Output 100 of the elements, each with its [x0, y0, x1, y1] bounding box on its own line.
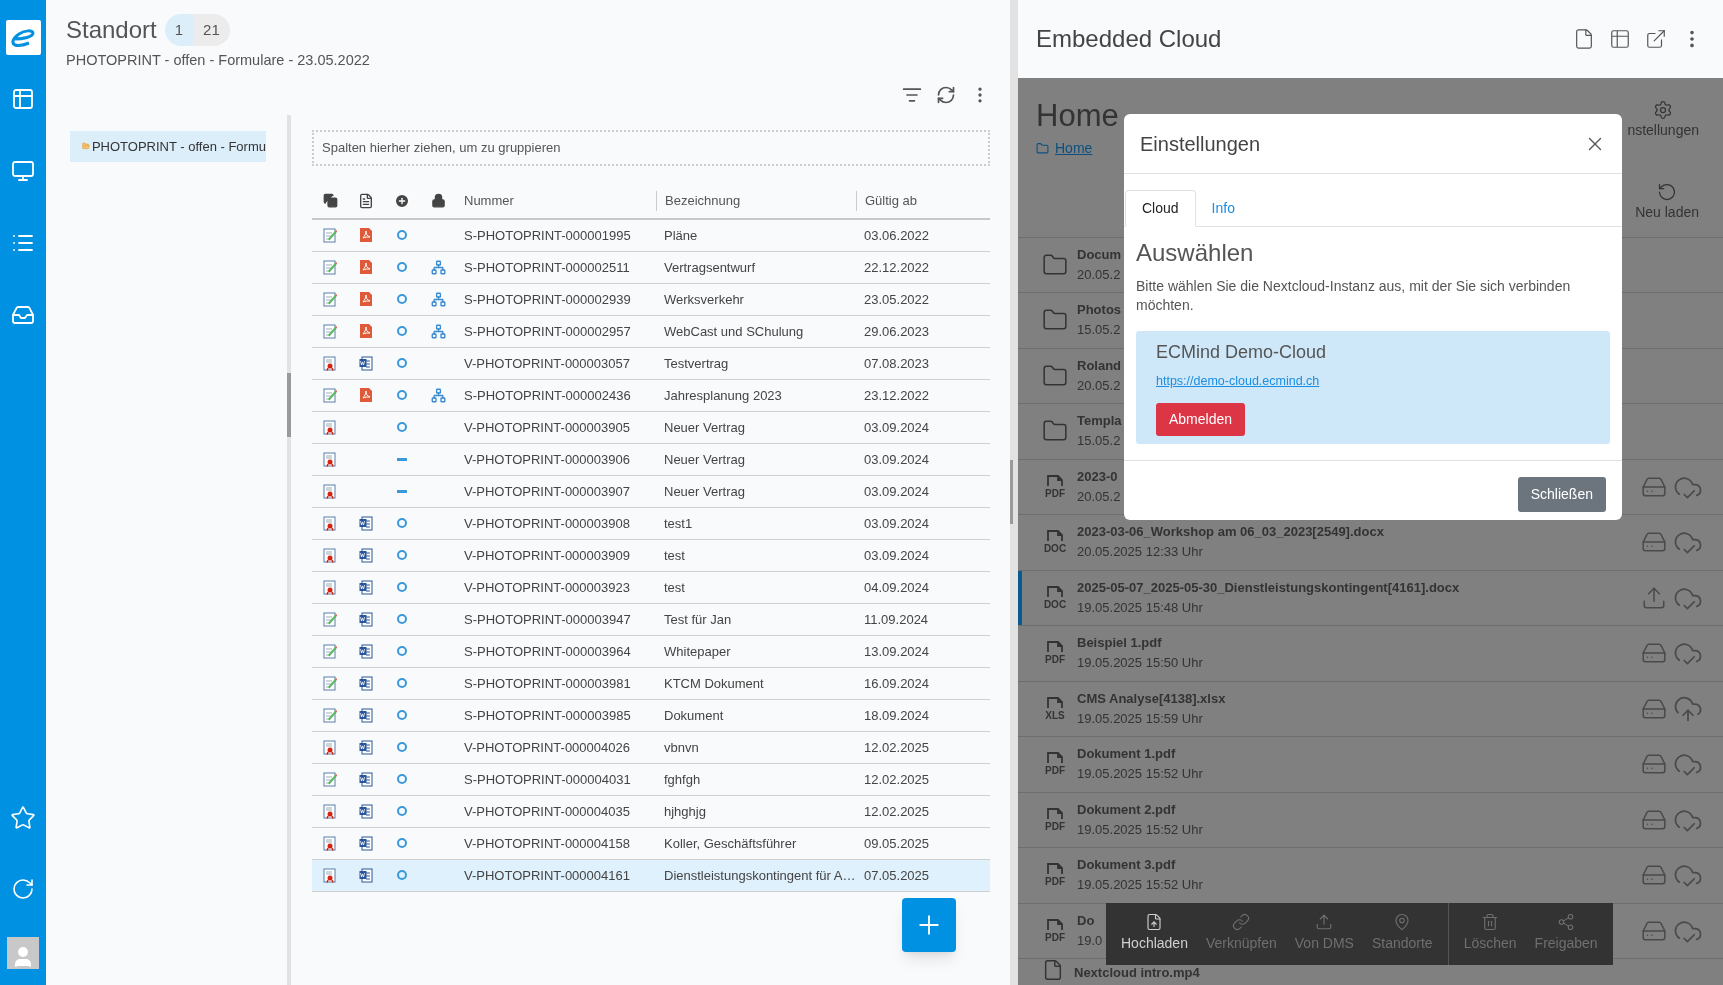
inbox-icon[interactable] [11, 303, 35, 327]
pdf-icon [360, 228, 372, 243]
document-icon[interactable] [1573, 27, 1595, 50]
file-icon [1045, 585, 1065, 598]
word-icon [359, 579, 373, 595]
file-type-label: PDF [1045, 487, 1065, 499]
table-row[interactable]: V-PHOTOPRINT-000003906 Neuer Vertrag 03.09.2024 [312, 443, 990, 476]
column-header[interactable]: Nummer [456, 191, 656, 211]
trash-icon [1481, 913, 1500, 931]
contract-icon [323, 739, 337, 755]
table-row[interactable]: S-PHOTOPRINT-000003947 Test für Jan 11.09.2024 [312, 603, 990, 636]
table-row[interactable]: S-PHOTOPRINT-000002436 Jahresplanung 2023 23.12.2022 [312, 379, 990, 412]
table-cell-text: Testvertrag [663, 354, 730, 373]
table-row[interactable]: V-PHOTOPRINT-000003908 test1 03.09.2024 [312, 507, 990, 540]
table-cell-text: V-PHOTOPRINT-000003907 [463, 482, 631, 501]
table-row[interactable]: V-PHOTOPRINT-000003909 test 03.09.2024 [312, 539, 990, 572]
file-date: 15.05.2 [1077, 432, 1121, 451]
file-date: 19.05.2025 15:50 Uhr [1077, 654, 1203, 673]
table-row[interactable]: S-PHOTOPRINT-000003981 KTCM Dokument 16.09.2024 [312, 667, 990, 700]
logo-icon[interactable] [5, 20, 41, 55]
form-icon [323, 771, 337, 787]
group-panel[interactable]: Spalten hierher ziehen, um zu gruppieren [312, 129, 990, 166]
table-icon[interactable] [1609, 27, 1631, 50]
file-icon[interactable] [358, 192, 374, 209]
file-icon [1045, 752, 1065, 765]
word-icon [359, 707, 373, 723]
table-cell-text: S-PHOTOPRINT-000004031 [463, 770, 632, 789]
table-cell-text: S-PHOTOPRINT-000003947 [463, 610, 632, 629]
table-row[interactable]: S-PHOTOPRINT-000004031 fghfgh 12.02.2025 [312, 763, 990, 796]
external-link-icon[interactable] [1645, 27, 1667, 50]
add-button[interactable] [902, 898, 956, 952]
file-type-label: DOC [1043, 543, 1067, 555]
reload-icon[interactable] [1657, 181, 1678, 202]
word-icon [359, 867, 373, 883]
file-type-label: PDF [1045, 820, 1065, 832]
word-icon [359, 611, 373, 627]
file-icon [1045, 474, 1065, 487]
table-cell-text: Dokument [663, 706, 725, 725]
toolbar-button[interactable]: Hochladen [1112, 902, 1197, 965]
table-cell-text: fghfgh [663, 770, 702, 789]
table-cell-text: 03.09.2024 [863, 514, 931, 533]
settings-icon[interactable] [1653, 99, 1674, 120]
table-row[interactable]: V-PHOTOPRINT-000003923 test 04.09.2024 [312, 571, 990, 604]
table-cell-text: S-PHOTOPRINT-000002436 [463, 386, 632, 405]
word-icon [359, 675, 373, 691]
table-row[interactable]: S-PHOTOPRINT-000002511 Vertragsentwurf 22.12.2022 [312, 251, 990, 284]
table-row[interactable]: V-PHOTOPRINT-000004026 vbnvn 12.02.2025 [312, 731, 990, 764]
table-cell-text: test [663, 578, 686, 597]
table-row[interactable]: S-PHOTOPRINT-000001995 Pläne 03.06.2022 [312, 219, 990, 252]
count-badge[interactable]: 21 [193, 13, 230, 47]
table-row[interactable]: V-PHOTOPRINT-000004161 Dienstleistungskontingent für A… 07.05.2025 [312, 859, 990, 892]
file-type-label: DOC [1043, 598, 1067, 610]
table-row[interactable]: S-PHOTOPRINT-000002957 WebCast und SChulung 29.06.2023 [312, 315, 990, 348]
page-subtitle: PHOTOPRINT - offen - Formulare - 23.05.2022 [65, 51, 371, 70]
dialog-tab[interactable]: Info [1195, 190, 1251, 227]
table-row[interactable]: V-PHOTOPRINT-000003057 Testvertrag 07.08.2023 [312, 347, 990, 380]
tree-item[interactable]: PHOTOPRINT - offen - Formu [70, 130, 266, 162]
upload-icon [1315, 913, 1334, 931]
table-row[interactable]: S-PHOTOPRINT-000003964 Whitepaper 13.09.2024 [312, 635, 990, 668]
table-row[interactable]: V-PHOTOPRINT-000004035 hjhghjg 12.02.2025 [312, 795, 990, 828]
instance-name: ECMind Demo-Cloud [1156, 341, 1327, 364]
table-cell-text: V-PHOTOPRINT-000003057 [463, 354, 631, 373]
column-header[interactable]: Gültig ab [856, 191, 990, 211]
table-cell-text: S-PHOTOPRINT-000001995 [463, 226, 632, 245]
file-type-label: PDF [1045, 765, 1065, 777]
contract-icon [323, 803, 337, 819]
table-row[interactable]: V-PHOTOPRINT-000003905 Neuer Vertrag 03.09.2024 [312, 411, 990, 444]
file-icon [1045, 696, 1065, 709]
table-row[interactable]: V-PHOTOPRINT-000003907 Neuer Vertrag 03.09.2024 [312, 475, 990, 508]
file-type-label: PDF [1045, 876, 1065, 888]
table-cell-text: Dienstleistungskontingent für A… [663, 866, 856, 885]
table-cell-text: 23.05.2022 [863, 290, 931, 309]
table-cell-text: V-PHOTOPRINT-000004035 [463, 802, 631, 821]
word-icon [359, 835, 373, 851]
copy-icon[interactable] [322, 193, 338, 209]
file-date: 19.05.2025 15:52 Uhr [1077, 765, 1203, 784]
monitor-icon[interactable] [11, 159, 35, 183]
refresh-icon[interactable] [936, 84, 956, 105]
star-icon[interactable] [10, 805, 36, 831]
file-icon [1045, 918, 1065, 931]
close-button[interactable]: Schließen [1517, 476, 1606, 512]
count-badge[interactable]: 1 [164, 13, 194, 47]
pdf-icon [360, 388, 372, 403]
contract-icon [323, 579, 337, 595]
file-icon [1045, 863, 1065, 876]
table-row[interactable]: V-PHOTOPRINT-000004158 Koller, Geschäftsführer 09.05.2025 [312, 827, 990, 860]
table-row[interactable]: S-PHOTOPRINT-000003985 Dokument 18.09.2024 [312, 699, 990, 732]
lock-icon[interactable] [430, 193, 446, 209]
table-cell-text: Neuer Vertrag [663, 450, 746, 469]
word-icon [359, 355, 373, 371]
logout-button[interactable]: Abmelden [1156, 402, 1246, 436]
form-icon [323, 323, 337, 339]
add-circle-icon[interactable] [394, 192, 410, 209]
dialog-tab[interactable]: Cloud [1125, 190, 1196, 227]
table-cell-text: V-PHOTOPRINT-000004158 [463, 834, 631, 853]
table-cell-text: 09.05.2025 [863, 834, 931, 853]
column-header[interactable]: Bezeichnung [656, 191, 856, 211]
table-row[interactable]: S-PHOTOPRINT-000002939 Werksverkehr 23.05.2022 [312, 283, 990, 316]
panel-title: Embedded Cloud [1036, 23, 1223, 54]
word-icon [359, 803, 373, 819]
